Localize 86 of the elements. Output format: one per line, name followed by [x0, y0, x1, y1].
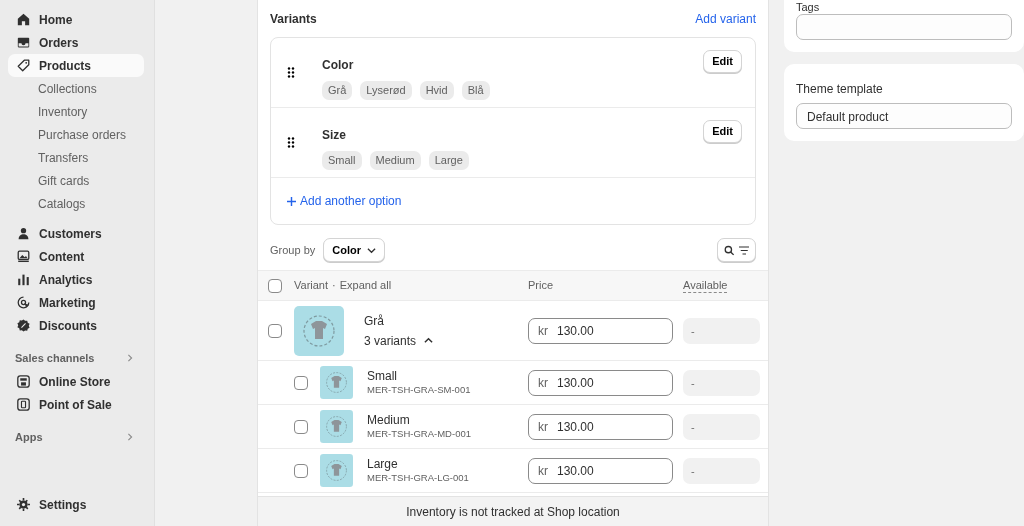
- available-field: -: [683, 369, 760, 396]
- option-name: Color: [322, 57, 355, 74]
- search-filter-button[interactable]: [717, 238, 756, 262]
- chevron-right-icon: [126, 354, 134, 362]
- sidebar-item[interactable]: Online Store: [8, 370, 144, 393]
- edit-button[interactable]: Edit: [703, 50, 742, 73]
- price-field[interactable]: kr 130.00: [528, 369, 673, 396]
- drag-handle-icon: [287, 137, 295, 148]
- sidebar-item[interactable]: Point of Sale: [8, 393, 144, 416]
- checkbox[interactable]: [268, 278, 282, 293]
- search-icon: [724, 244, 735, 256]
- bar-chart-icon: [17, 273, 30, 286]
- group-by-label: Group by: [270, 242, 316, 258]
- add-variant-link[interactable]: Add variant: [695, 10, 756, 28]
- price-field[interactable]: kr 130.00: [528, 457, 673, 484]
- sidebar-item[interactable]: Marketing: [8, 291, 144, 314]
- field-label: Tags: [796, 1, 821, 13]
- section-title: Variants: [270, 11, 317, 28]
- settings-icon: [17, 498, 30, 511]
- sidebar-section-header[interactable]: Sales channels: [8, 349, 144, 367]
- separator-dot: ·: [332, 278, 336, 294]
- sidebar-subitem[interactable]: Gift cards: [8, 169, 144, 192]
- option-value-tag: Large: [428, 151, 469, 170]
- variant-name: Medium: [367, 413, 411, 429]
- option-value-tag: Lyserød: [360, 81, 412, 100]
- price-field[interactable]: kr 130.00: [528, 317, 673, 344]
- sidebar-item[interactable]: Customers: [8, 222, 144, 245]
- option-name: Size: [322, 127, 347, 144]
- sidebar-subitem[interactable]: Purchase orders: [8, 123, 144, 146]
- theme-template-select[interactable]: Default product: [796, 103, 1012, 129]
- variant-group-name: Grå: [364, 312, 385, 330]
- edit-button[interactable]: Edit: [703, 120, 742, 143]
- variant-name: Small: [367, 369, 398, 385]
- option-value-tag: Blå: [461, 81, 490, 100]
- discount-badge-icon: [17, 319, 30, 332]
- sidebar-subitem[interactable]: Transfers: [8, 146, 144, 169]
- sidebar-item[interactable]: Products: [8, 54, 144, 77]
- plus-icon: [287, 196, 296, 206]
- sidebar-item[interactable]: Discounts: [8, 314, 144, 337]
- available-field: -: [683, 457, 760, 484]
- storefront-icon: [17, 375, 30, 388]
- inbox-icon: [17, 36, 30, 49]
- sidebar-subitem[interactable]: Catalogs: [8, 192, 144, 215]
- sidebar-item[interactable]: Orders: [8, 31, 144, 54]
- chevron-down-icon: [367, 245, 376, 255]
- sidebar-item[interactable]: Home: [8, 8, 144, 31]
- point-of-sale-icon: [17, 398, 30, 411]
- sku-text: MER-TSH-GRA-SM-001: [367, 384, 471, 396]
- column-header: Price: [528, 278, 555, 294]
- inventory-notice: Inventory is not tracked at Shop location: [258, 496, 768, 526]
- sidebar-item[interactable]: Content: [8, 245, 144, 268]
- home-icon: [17, 13, 30, 26]
- checkbox[interactable]: [294, 375, 308, 390]
- expand-all-link[interactable]: Expand all: [339, 277, 392, 294]
- available-field: -: [683, 317, 760, 344]
- price-field[interactable]: kr 130.00: [528, 413, 673, 440]
- tag-icon: [17, 59, 30, 72]
- person-icon: [17, 227, 30, 240]
- checkbox[interactable]: [294, 419, 308, 434]
- group-by-select[interactable]: Color: [323, 238, 385, 262]
- column-header: Variant: [294, 278, 329, 294]
- variants-toggle[interactable]: 3 variants: [364, 331, 434, 350]
- sidebar-subitem[interactable]: Collections: [8, 77, 144, 100]
- chevron-right-icon: [126, 433, 134, 441]
- image-icon: [17, 250, 30, 263]
- sku-text: MER-TSH-GRA-LG-001: [367, 472, 469, 484]
- sidebar-item[interactable]: Analytics: [8, 268, 144, 291]
- option-value-tag: Grå: [322, 81, 353, 100]
- checkbox[interactable]: [268, 323, 282, 338]
- option-value-tag: Small: [322, 151, 362, 170]
- sidebar-section-header[interactable]: Apps: [8, 428, 144, 446]
- filter-icon: [738, 244, 749, 256]
- field-label: Theme template: [796, 81, 884, 98]
- drag-handle-icon: [287, 67, 295, 78]
- available-field: -: [683, 413, 760, 440]
- column-header: Available: [683, 278, 728, 293]
- checkbox[interactable]: [294, 463, 308, 478]
- add-option-link[interactable]: Add another option: [271, 178, 418, 224]
- tags-field[interactable]: [796, 14, 1012, 40]
- option-value-tag: Medium: [369, 151, 421, 170]
- target-icon: [17, 296, 30, 309]
- variant-name: Large: [367, 457, 399, 473]
- sku-text: MER-TSH-GRA-MD-001: [367, 428, 471, 440]
- settings-item[interactable]: Settings: [8, 493, 144, 516]
- option-value-tag: Hvid: [419, 81, 454, 100]
- sidebar-subitem[interactable]: Inventory: [8, 100, 144, 123]
